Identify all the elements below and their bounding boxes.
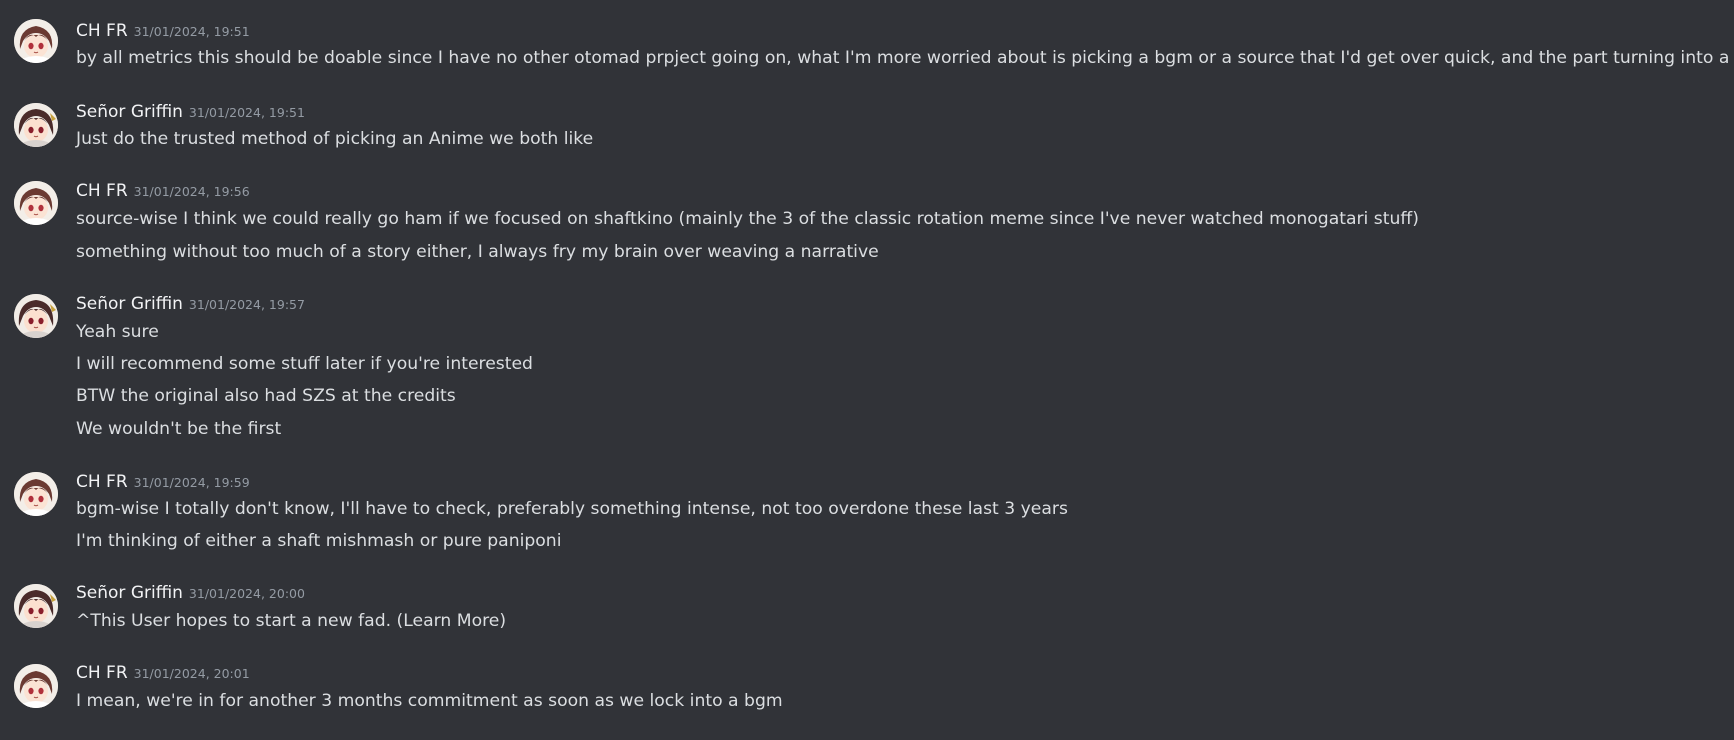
message-text: ^This User hopes to start a new fad. (Le… <box>76 611 507 631</box>
message-header: CH FR 31/01/2024, 19:59 <box>76 472 250 494</box>
message-header: Señor Griffin 31/01/2024, 19:57 <box>76 294 305 316</box>
message-header: CH FR 31/01/2024, 19:51 <box>76 21 250 43</box>
message-timestamp[interactable]: 31/01/2024, 20:01 <box>134 666 250 681</box>
message-header: CH FR 31/01/2024, 20:01 <box>76 663 250 685</box>
anime-avatar-icon <box>14 472 58 516</box>
message-text: I'm thinking of either a shaft mishmash … <box>76 531 562 551</box>
message-text: I mean, we're in for another 3 months co… <box>76 691 783 711</box>
author-name[interactable]: Señor Griffin <box>76 102 183 122</box>
message-text: something without too much of a story ei… <box>76 242 879 262</box>
anime-avatar-icon <box>14 664 58 708</box>
message-text: Just do the trusted method of picking an… <box>76 129 594 149</box>
anime-avatar-icon <box>14 294 58 338</box>
message-timestamp[interactable]: 31/01/2024, 19:59 <box>134 475 250 490</box>
message-header: Señor Griffin 31/01/2024, 19:51 <box>76 102 305 124</box>
message-text: BTW the original also had SZS at the cre… <box>76 386 456 406</box>
author-name[interactable]: CH FR <box>76 181 128 201</box>
anime-avatar-icon <box>14 103 58 147</box>
message-timestamp[interactable]: 31/01/2024, 19:51 <box>189 105 305 120</box>
author-name[interactable]: CH FR <box>76 663 128 683</box>
message-timestamp[interactable]: 31/01/2024, 20:00 <box>189 586 305 601</box>
avatar[interactable] <box>14 472 58 516</box>
message-text: bgm-wise I totally don't know, I'll have… <box>76 499 1068 519</box>
message-timestamp[interactable]: 31/01/2024, 19:57 <box>189 297 305 312</box>
message-header: CH FR 31/01/2024, 19:56 <box>76 181 250 203</box>
message-text: I will recommend some stuff later if you… <box>76 354 533 374</box>
author-name[interactable]: CH FR <box>76 472 128 492</box>
message-timestamp[interactable]: 31/01/2024, 19:56 <box>134 184 250 199</box>
avatar[interactable] <box>14 294 58 338</box>
author-name[interactable]: CH FR <box>76 21 128 41</box>
message-text: We wouldn't be the first <box>76 419 282 439</box>
message-text: Yeah sure <box>76 322 159 342</box>
avatar[interactable] <box>14 664 58 708</box>
avatar[interactable] <box>14 19 58 63</box>
avatar[interactable] <box>14 103 58 147</box>
anime-avatar-icon <box>14 584 58 628</box>
message-timestamp[interactable]: 31/01/2024, 19:51 <box>134 24 250 39</box>
avatar[interactable] <box>14 584 58 628</box>
message-text: by all metrics this should be doable sin… <box>76 48 1734 68</box>
chat-messages: CH FR 31/01/2024, 19:51 by all metrics th… <box>0 0 1734 740</box>
anime-avatar-icon <box>14 19 58 63</box>
avatar[interactable] <box>14 181 58 225</box>
anime-avatar-icon <box>14 181 58 225</box>
author-name[interactable]: Señor Griffin <box>76 583 183 603</box>
message-text: source-wise I think we could really go h… <box>76 209 1419 229</box>
author-name[interactable]: Señor Griffin <box>76 294 183 314</box>
message-header: Señor Griffin 31/01/2024, 20:00 <box>76 583 305 605</box>
